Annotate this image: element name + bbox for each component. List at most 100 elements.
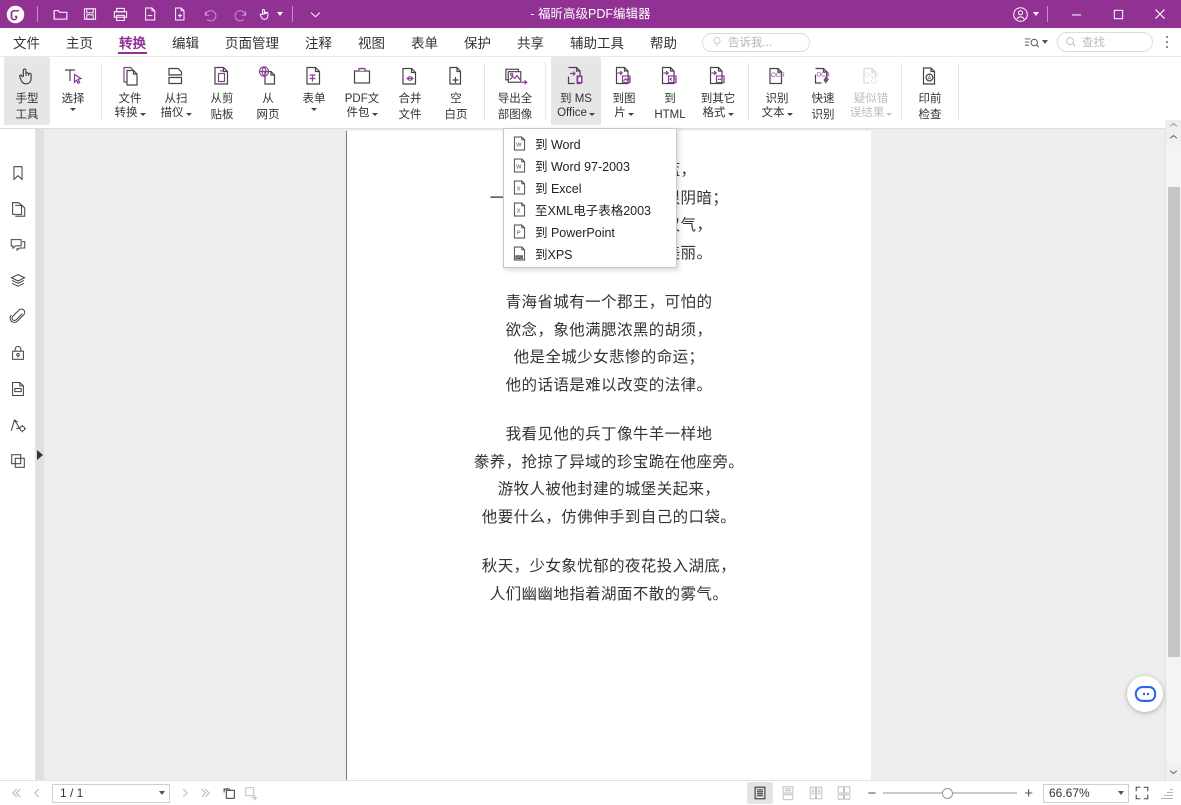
ribbon-ocr-quick-recognize[interactable]: OCR 快速 识别 <box>800 57 846 125</box>
menu-tab-convert[interactable]: 转换 <box>106 28 159 56</box>
account-icon[interactable] <box>1010 0 1040 28</box>
open-icon[interactable] <box>45 0 75 28</box>
print-icon[interactable] <box>105 0 135 28</box>
dropdown-item-to-xps[interactable]: XPS 到XPS <box>504 242 676 264</box>
menu-tab-form[interactable]: 表单 <box>398 28 451 56</box>
ribbon-label-line2[interactable]: Office <box>557 107 595 121</box>
zoom-level-input[interactable]: 66.67% <box>1043 784 1129 803</box>
ribbon-to-other-format[interactable]: 到其它 格式 <box>693 57 743 125</box>
menu-tab-label: 转换 <box>119 32 146 52</box>
ribbon-from-clipboard[interactable]: 从剪 贴板 <box>199 57 245 125</box>
save-icon[interactable] <box>75 0 105 28</box>
page-number-input[interactable]: 1 / 1 <box>52 784 170 803</box>
sidebar-item-stamp[interactable] <box>4 447 32 475</box>
ribbon-merge-files[interactable]: 合并 文件 <box>387 57 433 125</box>
dropdown-item-to-word-97-2003[interactable]: W 到 Word 97-2003 <box>504 154 676 176</box>
hand-tool-icon[interactable] <box>255 0 285 28</box>
zoom-in-button[interactable]: + <box>1024 786 1033 801</box>
ribbon-from-webpage[interactable]: 从 网页 <box>245 57 291 125</box>
close-button[interactable] <box>1139 0 1181 28</box>
ribbon-label-line2[interactable]: 文本 <box>762 107 793 121</box>
ribbon-label-line2[interactable]: 件包 <box>347 107 378 121</box>
chat-support-button[interactable] <box>1127 676 1163 712</box>
account-caret-icon[interactable] <box>1033 12 1039 16</box>
menu-tab-share[interactable]: 共享 <box>504 28 557 56</box>
ribbon-pdf-portfolio[interactable]: PDF文 件包 <box>337 57 387 125</box>
search-options-button[interactable] <box>1021 33 1051 52</box>
single-page-view-button[interactable] <box>747 782 773 804</box>
menu-tab-view[interactable]: 视图 <box>345 28 398 56</box>
ribbon-file-convert[interactable]: 文件 转换 <box>107 57 153 125</box>
scrollbar-thumb[interactable] <box>1168 187 1180 657</box>
sidebar-item-layers[interactable] <box>4 267 32 295</box>
menu-tab-edit[interactable]: 编辑 <box>159 28 212 56</box>
search-options-caret-icon[interactable] <box>1042 40 1048 44</box>
dropdown-item-to-word[interactable]: W 到 Word <box>504 132 676 154</box>
ribbon-label-line2[interactable]: 片 <box>614 107 634 121</box>
dropdown-item-to-excel[interactable]: X 到 Excel <box>504 176 676 198</box>
zoom-out-button[interactable]: − <box>867 786 876 801</box>
sidebar-item-bookmark[interactable] <box>4 159 32 187</box>
zoom-slider[interactable] <box>883 787 1017 799</box>
ribbon-form-caret[interactable] <box>311 107 317 110</box>
ribbon-to-image[interactable]: 到图 片 <box>601 57 647 125</box>
document-view[interactable]: 湖水这样沉静，这样蓝， 一朵洁白的花闪在秋光里很阴暗； 早晨，一个少女来湖边叹气… <box>345 129 1165 780</box>
two-page-view-button[interactable] <box>803 782 829 804</box>
ribbon-select-tool[interactable]: 选择 <box>50 57 96 125</box>
find-input[interactable]: 查找 <box>1057 32 1153 52</box>
dropdown-item-label: 到 Word 97-2003 <box>535 156 630 175</box>
sidebar-item-page-thumbnails[interactable] <box>4 195 32 223</box>
new-file-icon[interactable] <box>165 0 195 28</box>
continuous-scroll-view-button[interactable] <box>775 782 801 804</box>
menu-tab-page-manage[interactable]: 页面管理 <box>212 28 292 56</box>
sidebar-item-security[interactable] <box>4 339 32 367</box>
ribbon-label-line2[interactable]: 格式 <box>703 107 734 121</box>
two-page-continuous-view-button[interactable] <box>831 782 857 804</box>
ribbon-hand-tool[interactable]: 手型 工具 <box>4 57 50 125</box>
ribbon-blank-page[interactable]: 空 白页 <box>433 57 479 125</box>
menu-tab-home[interactable]: 主页 <box>53 28 106 56</box>
menu-tab-comment[interactable]: 注释 <box>292 28 345 56</box>
minimize-button[interactable] <box>1055 0 1097 28</box>
save-as-icon[interactable] <box>135 0 165 28</box>
ribbon-ocr-recognize-text[interactable]: OCR 识别 文本 <box>754 57 800 125</box>
zoom-level-caret-icon[interactable] <box>1118 791 1124 795</box>
scroll-up-button[interactable] <box>1166 129 1181 145</box>
tell-me-input[interactable]: 告诉我... <box>702 33 810 52</box>
panel-splitter[interactable] <box>36 129 44 780</box>
sidebar-item-comments[interactable] <box>4 231 32 259</box>
sidebar-item-signature[interactable] <box>4 411 32 439</box>
dropdown-item-to-xml-spreadsheet-2003[interactable]: X 至XML电子表格2003 <box>504 198 676 220</box>
sidebar-item-attachments[interactable] <box>4 303 32 331</box>
ribbon-from-scanner[interactable]: 从扫 描仪 <box>153 57 199 125</box>
customize-chevron-icon[interactable] <box>300 0 330 28</box>
dropdown-item-to-powerpoint[interactable]: P 到 PowerPoint <box>504 220 676 242</box>
ribbon-select-caret[interactable] <box>70 107 76 110</box>
ribbon-export-all-images[interactable]: 导出全 部图像 <box>490 57 540 125</box>
menu-tab-accessibility[interactable]: 辅助工具 <box>557 28 637 56</box>
ribbon-preflight[interactable]: A 印前 检查 <box>907 57 953 125</box>
ribbon-to-html[interactable]: 到 HTML <box>647 57 693 125</box>
ribbon-label-line2[interactable]: 描仪 <box>161 107 192 121</box>
ribbon-label-line1: 空 <box>450 93 462 107</box>
maximize-button[interactable] <box>1097 0 1139 28</box>
blank-page-icon <box>444 61 468 91</box>
zoom-slider-knob[interactable] <box>942 788 953 799</box>
rotate-left-button[interactable] <box>218 782 240 804</box>
menu-tab-protect[interactable]: 保护 <box>451 28 504 56</box>
fullscreen-button[interactable] <box>1131 782 1153 804</box>
ribbon-label-line2[interactable]: 转换 <box>115 107 146 121</box>
more-options-icon[interactable] <box>1159 33 1175 52</box>
ribbon-form[interactable]: 表单 <box>291 57 337 125</box>
resize-grip[interactable] <box>1159 786 1173 800</box>
vertical-scrollbar[interactable] <box>1165 129 1181 780</box>
hand-tool-caret-icon[interactable] <box>277 12 283 16</box>
menu-tab-help[interactable]: 帮助 <box>637 28 690 56</box>
menu-tab-file[interactable]: 文件 <box>0 28 53 56</box>
scroll-down-button[interactable] <box>1166 764 1181 780</box>
ribbon-divider-6 <box>958 63 959 119</box>
page-number-caret-icon[interactable] <box>159 791 165 795</box>
ribbon-to-ms-office[interactable]: 到 MS Office <box>551 57 601 125</box>
expand-panel-arrow-icon[interactable] <box>37 450 43 460</box>
sidebar-item-fields[interactable] <box>4 375 32 403</box>
